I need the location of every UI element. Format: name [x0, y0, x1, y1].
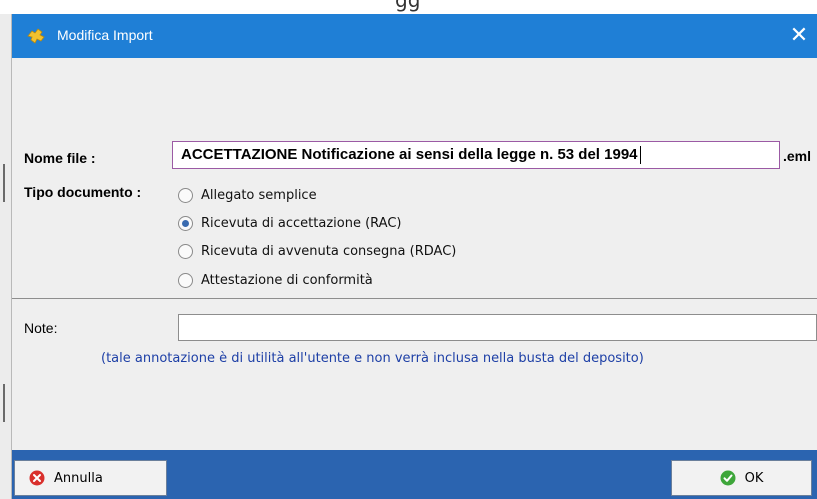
filename-value: ACCETTAZIONE Notificazione ai sensi dell…: [181, 146, 638, 163]
radio-button-selected[interactable]: [178, 215, 193, 231]
radio-label: Ricevuta di avvenuta consegna (RDAC): [201, 243, 457, 259]
close-icon[interactable]: ✕: [784, 21, 814, 51]
radio-button[interactable]: [178, 187, 193, 203]
note-input[interactable]: [178, 314, 817, 341]
top-cropped-glyph: gg: [395, 0, 421, 12]
radio-button[interactable]: [178, 243, 193, 259]
radio-label: Ricevuta di accettazione (RAC): [201, 215, 402, 231]
radio-label: Allegato semplice: [201, 187, 317, 203]
left-edge-mark: [3, 384, 5, 422]
background-window-edge: [0, 14, 11, 499]
note-hint: (tale annotazione è di utilità all'utent…: [101, 351, 644, 366]
window-title: Modifica Import: [57, 27, 153, 43]
filename-label: Nome file :: [24, 150, 96, 166]
radio-button[interactable]: [178, 272, 193, 288]
doctype-label: Tipo documento :: [24, 184, 142, 200]
radio-ricevuta-accettazione[interactable]: Ricevuta di accettazione (RAC): [178, 212, 401, 234]
check-icon: [720, 470, 736, 486]
modifica-import-dialog: Modifica Import ✕ Nome file : ACCETTAZIO…: [11, 14, 817, 499]
radio-attestazione-conformita[interactable]: Attestazione di conformità: [178, 269, 373, 291]
filename-input[interactable]: ACCETTAZIONE Notificazione ai sensi dell…: [172, 141, 780, 169]
radio-allegato-semplice[interactable]: Allegato semplice: [178, 184, 317, 206]
text-caret: [639, 146, 641, 165]
filename-extension: .eml: [783, 148, 812, 164]
left-edge-mark: [3, 164, 5, 202]
divider: [12, 298, 817, 299]
ok-label: OK: [744, 470, 764, 486]
radio-label: Attestazione di conformità: [201, 272, 373, 288]
titlebar: Modifica Import ✕: [12, 14, 817, 58]
puzzle-icon: [27, 28, 45, 44]
cancel-icon: [29, 470, 45, 486]
cancel-label: Annulla: [54, 470, 103, 486]
radio-ricevuta-consegna[interactable]: Ricevuta di avvenuta consegna (RDAC): [178, 240, 456, 262]
ok-button[interactable]: OK: [671, 460, 812, 496]
cancel-button[interactable]: Annulla: [14, 460, 167, 496]
top-strip: gg: [0, 0, 817, 14]
note-label: Note:: [24, 320, 58, 336]
